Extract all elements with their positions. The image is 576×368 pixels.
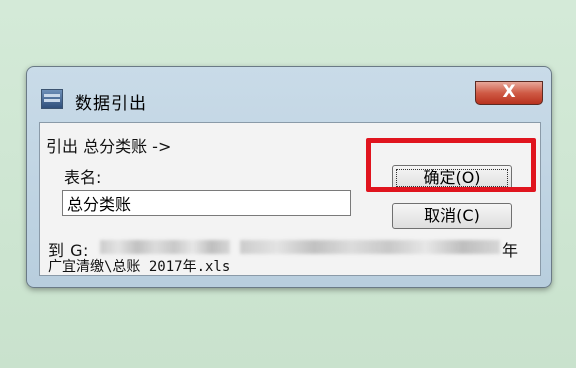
redacted-path [100,240,230,254]
close-button[interactable]: X [475,81,543,105]
redacted-path [240,240,500,254]
window-title: 数据引出 [75,94,147,114]
title-bar[interactable]: 数据引出 X [27,67,551,119]
cancel-button[interactable]: 取消(C) [392,203,512,229]
table-name-label: 表名: [64,168,102,187]
destination-path: 广宜清缴\总账 2017年.xls [48,259,231,275]
destination-suffix: 年 [502,241,519,260]
source-label: 引出 总分类账 -> [46,137,172,156]
highlight-box [366,138,536,192]
app-icon [41,89,63,109]
table-name-input[interactable] [62,190,351,216]
